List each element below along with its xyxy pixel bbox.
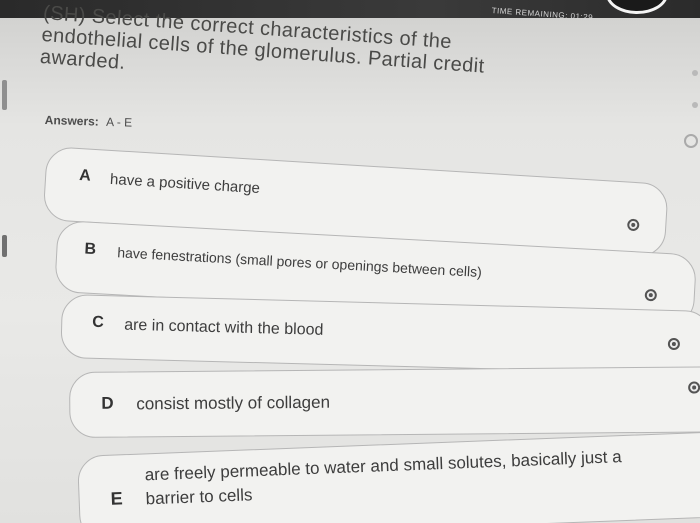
radio-icon[interactable]	[626, 218, 640, 232]
option-text: have fenestrations (small pores or openi…	[116, 244, 483, 280]
quiz-screen: TIME REMAINING: 01:29 (SH) Select the co…	[0, 0, 700, 523]
edge-dot-icon	[692, 70, 698, 76]
option-text: have a positive charge	[109, 170, 261, 198]
scroll-marker	[2, 80, 7, 110]
option-text: are in contact with the blood	[123, 316, 324, 339]
answer-option-e[interactable]: E are freely permeable to water and smal…	[77, 429, 700, 523]
option-letter: D	[101, 393, 114, 413]
left-edge-markers	[0, 70, 12, 257]
option-text: are freely permeable to water and small …	[144, 442, 700, 511]
answers-label: Answers:	[44, 113, 100, 129]
scroll-marker	[2, 235, 7, 257]
answers-value: A - E	[105, 114, 133, 130]
option-letter: E	[110, 488, 124, 509]
answer-option-d[interactable]: D consist mostly of collagen	[69, 366, 700, 438]
radio-icon[interactable]	[667, 337, 681, 351]
option-text: consist mostly of collagen	[136, 392, 331, 414]
timer-ring-icon	[606, 0, 668, 14]
radio-icon[interactable]	[644, 288, 658, 302]
edge-dot-icon	[692, 102, 698, 108]
option-letter: A	[78, 167, 92, 185]
option-letter: C	[92, 313, 105, 332]
timer-label: TIME REMAINING: 01:29	[491, 6, 594, 23]
radio-icon[interactable]	[688, 381, 700, 394]
edge-circle-icon	[684, 134, 698, 148]
option-letter: B	[84, 240, 97, 259]
answers-line: Answers: A - E	[45, 113, 133, 130]
